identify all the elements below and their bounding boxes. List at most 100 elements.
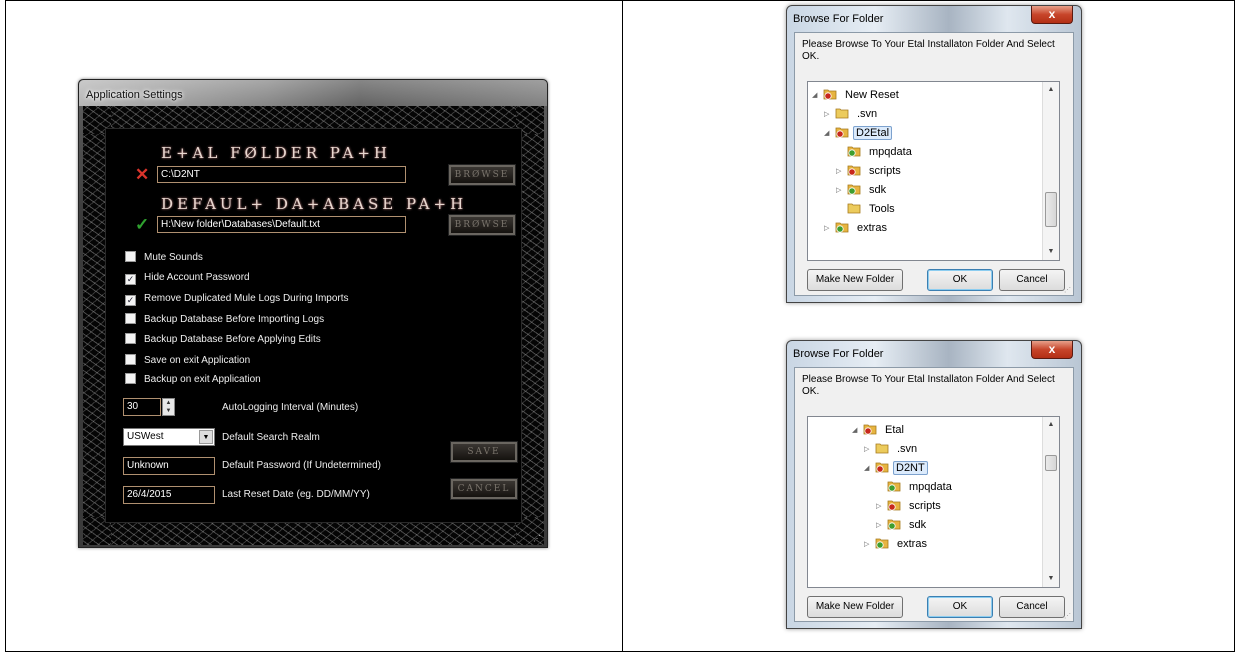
tree-item-scripts[interactable]: ▷ scripts xyxy=(836,162,905,180)
database-path-field[interactable]: H:\New folder\Databases\Default.txt xyxy=(157,216,406,233)
spin-updown-icon[interactable]: ▲ ▼ xyxy=(162,398,175,416)
make-new-folder-button[interactable]: Make New Folder xyxy=(807,269,903,291)
tree-expander-icon[interactable]: ◢ xyxy=(812,87,821,105)
red-folder-icon xyxy=(835,126,849,138)
scroll-down-icon[interactable]: ▼ xyxy=(1043,571,1059,587)
tree-item-tools[interactable]: Tools xyxy=(836,200,899,218)
vertical-scrollbar[interactable]: ▲ ▼ xyxy=(1042,82,1059,260)
tree-expander-icon[interactable]: ▷ xyxy=(824,220,833,238)
tree-item-label: sdk xyxy=(909,519,927,531)
browse-folder-dialog-2: Browse For Folder x Please Browse To You… xyxy=(786,340,1082,629)
tree-item-svn[interactable]: ▷ .svn xyxy=(864,440,921,458)
check-mark-icon: ✓ xyxy=(135,215,150,234)
default-password-input[interactable]: Unknown xyxy=(123,457,215,475)
reset-date-label: Last Reset Date (eg. DD/MM/YY) xyxy=(222,489,370,500)
vertical-scrollbar[interactable]: ▲ ▼ xyxy=(1042,417,1059,587)
close-button[interactable]: x xyxy=(1031,341,1073,359)
ok-button[interactable]: OK xyxy=(927,269,993,291)
tree-expander-icon[interactable]: ▷ xyxy=(876,517,885,535)
green-folder-icon xyxy=(887,480,901,492)
checkbox-remove-duplicates[interactable]: ✓ Remove Duplicated Mule Logs During Impo… xyxy=(125,293,349,306)
reset-date-input[interactable]: 26/4/2015 xyxy=(123,486,215,504)
tree-item-label: extras xyxy=(857,222,887,234)
resize-grip-icon[interactable]: ⋰ xyxy=(533,534,541,543)
checkbox-icon[interactable] xyxy=(125,354,136,365)
table-divider xyxy=(622,0,623,652)
tree-item-extras[interactable]: ▷ extras xyxy=(824,219,891,237)
cancel-button[interactable]: CANCEL xyxy=(450,478,518,500)
tree-item-mpqdata[interactable]: mpqdata xyxy=(876,478,956,496)
checkbox-checked-icon[interactable]: ✓ xyxy=(125,274,136,285)
tree-item-d2nt[interactable]: ◢ D2NT xyxy=(864,459,928,477)
tree-expander-icon[interactable]: ▷ xyxy=(864,536,873,554)
tree-item-newreset[interactable]: ◢ New Reset xyxy=(812,86,903,104)
tree-expander-icon[interactable]: ▷ xyxy=(864,441,873,459)
checkbox-hide-password[interactable]: ✓ Hide Account Password xyxy=(125,272,250,285)
folder-tree[interactable]: ▲ ▼ ◢ New Reset ▷ .svn ◢ D2Etal mpqdata ▷ script… xyxy=(807,81,1060,261)
scroll-thumb[interactable] xyxy=(1045,192,1057,227)
save-button[interactable]: SAVE xyxy=(450,441,518,463)
tree-expander-icon[interactable]: ◢ xyxy=(824,125,833,143)
cancel-button[interactable]: Cancel xyxy=(999,269,1065,291)
chevron-down-icon[interactable]: ▼ xyxy=(199,430,213,444)
scroll-thumb[interactable] xyxy=(1045,455,1057,471)
tree-item-label: New Reset xyxy=(845,89,899,101)
x-mark-icon: ✕ xyxy=(135,165,150,184)
realm-select[interactable]: USWest ▼ xyxy=(123,428,215,446)
checkbox-mute-sounds[interactable]: Mute Sounds xyxy=(125,251,203,264)
red-folder-icon xyxy=(875,461,889,473)
checkbox-backup-on-exit[interactable]: Backup on exit Application xyxy=(125,373,261,386)
tree-item-scripts[interactable]: ▷ scripts xyxy=(876,497,945,515)
dialog-description: Please Browse To Your Etal Installaton F… xyxy=(802,39,1055,62)
checkbox-icon[interactable] xyxy=(125,251,136,262)
make-new-folder-button[interactable]: Make New Folder xyxy=(807,596,903,618)
green-folder-icon xyxy=(847,183,861,195)
etal-path-field[interactable]: C:\D2NT xyxy=(157,166,406,183)
scroll-up-icon[interactable]: ▲ xyxy=(1043,82,1059,98)
tree-expander-icon[interactable]: ▷ xyxy=(876,498,885,516)
resize-grip-icon[interactable]: ⋰ xyxy=(1064,612,1071,620)
tree-item-label: .svn xyxy=(897,443,918,455)
window-title: Application Settings xyxy=(86,89,183,101)
tree-item-extras[interactable]: ▷ extras xyxy=(864,535,931,553)
ok-button[interactable]: OK xyxy=(927,596,993,618)
dialog-body: Please Browse To Your Etal Installaton F… xyxy=(794,367,1074,622)
close-button[interactable]: x xyxy=(1031,6,1073,24)
yellow-folder-icon xyxy=(847,202,861,214)
checkbox-backup-before-import[interactable]: Backup Database Before Importing Logs xyxy=(125,313,324,326)
tree-item-mpqdata[interactable]: mpqdata xyxy=(836,143,916,161)
checkbox-icon[interactable] xyxy=(125,373,136,384)
tree-item-d2etal[interactable]: ◢ D2Etal xyxy=(824,124,893,143)
yellow-folder-icon xyxy=(875,442,889,454)
tree-expander-icon[interactable]: ▷ xyxy=(824,106,833,124)
green-folder-icon xyxy=(835,221,849,233)
checkbox-checked-icon[interactable]: ✓ xyxy=(125,295,136,306)
autolog-interval-input[interactable]: 30 xyxy=(123,398,161,416)
red-folder-icon xyxy=(847,164,861,176)
checkbox-icon[interactable] xyxy=(125,313,136,324)
tree-expander-icon[interactable]: ◢ xyxy=(852,422,861,440)
etal-browse-button[interactable]: BRØWSE xyxy=(448,164,516,186)
folder-tree[interactable]: ▲ ▼ ◢ Etal ▷ .svn ◢ D2NT mpqdata ▷ scripts ▷ sdk ▷ e… xyxy=(807,416,1060,588)
tree-item-etal[interactable]: ◢ Etal xyxy=(852,421,908,439)
tree-item-label: Etal xyxy=(885,424,904,436)
tree-item-sdk[interactable]: ▷ sdk xyxy=(876,516,930,534)
database-browse-button[interactable]: BRØWSE xyxy=(448,214,516,236)
scroll-down-icon[interactable]: ▼ xyxy=(1043,244,1059,260)
dialog-description: Please Browse To Your Etal Installaton F… xyxy=(802,374,1055,397)
checkbox-save-on-exit[interactable]: Save on exit Application xyxy=(125,354,250,367)
scroll-up-icon[interactable]: ▲ xyxy=(1043,417,1059,433)
tree-expander-icon[interactable]: ▷ xyxy=(836,182,845,200)
autolog-interval-label: AutoLogging Interval (Minutes) xyxy=(222,402,359,413)
tree-item-sdk[interactable]: ▷ sdk xyxy=(836,181,890,199)
resize-grip-icon[interactable]: ⋰ xyxy=(1064,286,1071,294)
tree-expander-icon[interactable]: ◢ xyxy=(864,460,873,478)
checkbox-icon[interactable] xyxy=(125,333,136,344)
tree-expander-icon[interactable]: ▷ xyxy=(836,163,845,181)
cancel-button[interactable]: Cancel xyxy=(999,596,1065,618)
checkbox-backup-before-edits[interactable]: Backup Database Before Applying Edits xyxy=(125,333,321,346)
tree-item-label: mpqdata xyxy=(909,481,952,493)
database-path-heading: DEFAUL+ DA+ABASE PA+H xyxy=(161,195,468,213)
tree-item-label: D2NT xyxy=(893,461,928,475)
tree-item-svn[interactable]: ▷ .svn xyxy=(824,105,881,123)
